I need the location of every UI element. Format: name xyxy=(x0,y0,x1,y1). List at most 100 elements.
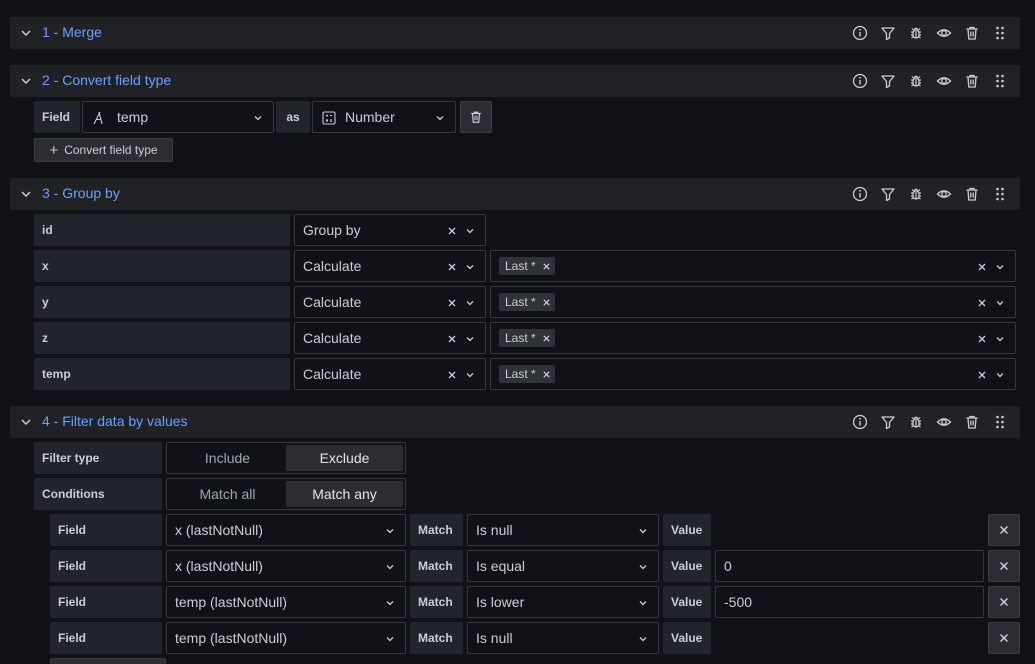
add-conversion-button[interactable]: + Convert field type xyxy=(34,138,173,162)
chevron-down-icon[interactable] xyxy=(20,73,32,89)
remove-chip-icon[interactable] xyxy=(542,334,551,343)
chevron-down-icon xyxy=(639,637,647,642)
trash-icon[interactable] xyxy=(958,23,986,43)
calculations-multiselect[interactable]: Last * xyxy=(490,286,1016,318)
field-select[interactable]: temp xyxy=(82,101,274,133)
drag-handle-icon[interactable] xyxy=(986,184,1014,204)
section-actions xyxy=(846,184,1014,204)
condition-field-label: Field xyxy=(50,622,162,654)
trash-icon[interactable] xyxy=(958,184,986,204)
conditions-match-any-option[interactable]: Match any xyxy=(286,481,403,507)
chevron-down-icon[interactable] xyxy=(20,186,32,202)
eye-icon[interactable] xyxy=(930,23,958,43)
bug-icon[interactable] xyxy=(902,184,930,204)
section-header-convert-field-type[interactable]: 2 - Convert field type xyxy=(10,65,1020,97)
condition-value-input[interactable]: 0 xyxy=(715,550,984,582)
remove-condition-button[interactable] xyxy=(988,622,1020,654)
condition-field-select[interactable]: temp (lastNotNull) xyxy=(166,586,406,618)
condition-field-value: temp (lastNotNull) xyxy=(175,630,288,646)
filter-icon[interactable] xyxy=(874,412,902,432)
clear-icon[interactable] xyxy=(977,370,987,380)
section-title[interactable]: 3 - Group by xyxy=(42,185,120,201)
clear-icon[interactable] xyxy=(447,226,457,236)
remove-chip-icon[interactable] xyxy=(542,262,551,271)
drag-handle-icon[interactable] xyxy=(986,71,1014,91)
calculations-multiselect[interactable]: Last * xyxy=(490,250,1016,282)
trash-icon[interactable] xyxy=(958,412,986,432)
type-select[interactable]: Number xyxy=(312,101,456,133)
calculation-chip: Last * xyxy=(499,365,555,383)
trash-icon[interactable] xyxy=(958,71,986,91)
drag-handle-icon[interactable] xyxy=(986,412,1014,432)
condition-match-select[interactable]: Is null xyxy=(467,622,659,654)
delete-conversion-button[interactable] xyxy=(460,101,492,133)
groupby-mode-select[interactable]: Calculate xyxy=(294,250,486,282)
condition-value-input[interactable]: -500 xyxy=(715,586,984,618)
condition-match-select[interactable]: Is equal xyxy=(467,550,659,582)
section-header-merge[interactable]: 1 - Merge xyxy=(10,17,1020,49)
calculations-multiselect[interactable]: Last * xyxy=(490,322,1016,354)
clear-icon[interactable] xyxy=(977,262,987,272)
chevron-down-icon xyxy=(466,337,474,342)
conditions-match-all-option[interactable]: Match all xyxy=(169,481,286,507)
eye-icon[interactable] xyxy=(930,71,958,91)
bug-icon[interactable] xyxy=(902,23,930,43)
filter-type-exclude-option[interactable]: Exclude xyxy=(286,445,403,471)
chevron-down-icon xyxy=(254,116,262,121)
clear-icon[interactable] xyxy=(977,298,987,308)
eye-icon[interactable] xyxy=(930,412,958,432)
remove-chip-icon[interactable] xyxy=(542,298,551,307)
section-header-filter-data-by-values[interactable]: 4 - Filter data by values xyxy=(10,406,1020,438)
condition-field-select[interactable]: x (lastNotNull) xyxy=(166,514,406,546)
section-header-group-by[interactable]: 3 - Group by xyxy=(10,178,1020,210)
info-icon[interactable] xyxy=(846,184,874,204)
drag-handle-icon[interactable] xyxy=(986,23,1014,43)
type-select-value: Number xyxy=(345,109,395,125)
calculation-chip-label: Last * xyxy=(505,331,536,345)
groupby-mode-value: Calculate xyxy=(303,294,362,310)
bug-icon[interactable] xyxy=(902,71,930,91)
clear-icon[interactable] xyxy=(447,298,457,308)
filter-icon[interactable] xyxy=(874,71,902,91)
groupby-mode-select[interactable]: Calculate xyxy=(294,286,486,318)
calculation-chip-label: Last * xyxy=(505,295,536,309)
filter-icon[interactable] xyxy=(874,23,902,43)
info-icon[interactable] xyxy=(846,71,874,91)
filter-type-include-option[interactable]: Include xyxy=(169,445,286,471)
add-condition-button[interactable] xyxy=(50,658,166,664)
section-title[interactable]: 4 - Filter data by values xyxy=(42,413,188,429)
calculation-chip-label: Last * xyxy=(505,367,536,381)
info-icon[interactable] xyxy=(846,23,874,43)
clear-icon[interactable] xyxy=(447,262,457,272)
condition-field-select[interactable]: x (lastNotNull) xyxy=(166,550,406,582)
condition-field-select[interactable]: temp (lastNotNull) xyxy=(166,622,406,654)
groupby-field-label: id xyxy=(34,214,290,246)
eye-icon[interactable] xyxy=(930,184,958,204)
info-icon[interactable] xyxy=(846,412,874,432)
clear-icon[interactable] xyxy=(447,370,457,380)
section-title[interactable]: 2 - Convert field type xyxy=(42,72,171,88)
condition-match-label: Match xyxy=(410,514,463,546)
section-title[interactable]: 1 - Merge xyxy=(42,24,102,40)
conditions-radio-group: Match all Match any xyxy=(166,478,406,510)
groupby-field-label: temp xyxy=(34,358,290,390)
condition-match-select[interactable]: Is lower xyxy=(467,586,659,618)
chevron-down-icon xyxy=(996,301,1004,306)
bug-icon[interactable] xyxy=(902,412,930,432)
chevron-down-icon[interactable] xyxy=(20,25,32,41)
clear-icon[interactable] xyxy=(977,334,987,344)
groupby-mode-select[interactable]: Calculate xyxy=(294,322,486,354)
condition-match-select[interactable]: Is null xyxy=(467,514,659,546)
chevron-down-icon[interactable] xyxy=(20,414,32,430)
groupby-mode-select[interactable]: Calculate xyxy=(294,358,486,390)
filter-icon[interactable] xyxy=(874,184,902,204)
remove-condition-button[interactable] xyxy=(988,514,1020,546)
groupby-mode-select[interactable]: Group by xyxy=(294,214,486,246)
remove-condition-button[interactable] xyxy=(988,586,1020,618)
close-icon xyxy=(999,561,1009,571)
calculations-multiselect[interactable]: Last * xyxy=(490,358,1016,390)
clear-icon[interactable] xyxy=(447,334,457,344)
remove-condition-button[interactable] xyxy=(988,550,1020,582)
remove-chip-icon[interactable] xyxy=(542,370,551,379)
filter-type-label: Filter type xyxy=(34,442,162,474)
